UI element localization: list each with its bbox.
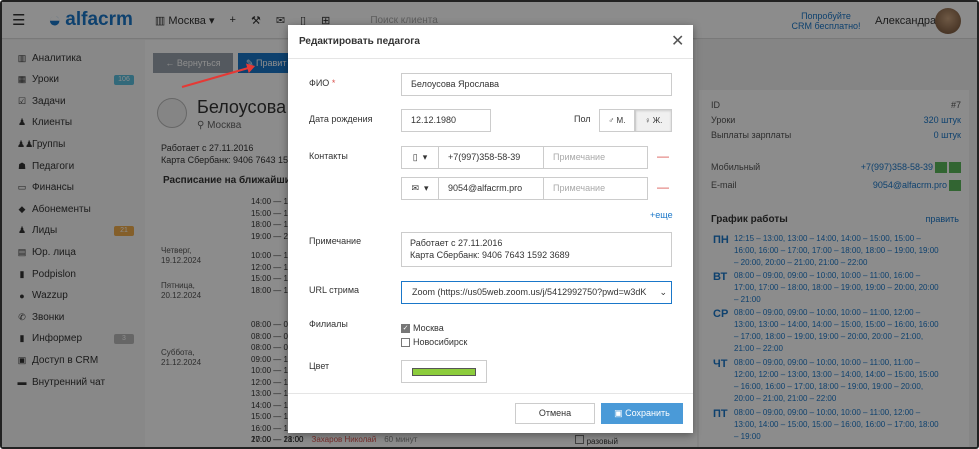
modal-footer-divider bbox=[288, 393, 693, 394]
email-field[interactable]: 9054@alfacrm.pro bbox=[438, 177, 544, 200]
birth-label: Дата рождения bbox=[309, 114, 373, 124]
remove-phone-icon[interactable]: — bbox=[657, 149, 669, 163]
branches-label: Филиалы bbox=[309, 319, 348, 329]
note-line-1: Работает с 27.11.2016 bbox=[410, 238, 503, 248]
gender-label: Пол bbox=[574, 114, 591, 124]
gender-female-label: Ж. bbox=[652, 116, 663, 125]
checkbox-unchecked[interactable] bbox=[401, 337, 410, 347]
birth-date-field[interactable]: 12.12.1980 bbox=[401, 109, 491, 132]
contact-type-email[interactable]: ✉ ▾ bbox=[401, 177, 439, 200]
url-stream-value: Zoom (https://us05web.zoom.us/j/54129927… bbox=[412, 287, 647, 297]
required-marker: * bbox=[331, 78, 336, 88]
note-label: Примечание bbox=[309, 236, 362, 246]
edit-teacher-modal: Редактировать педагога ✕ ФИО * Белоусова… bbox=[288, 25, 693, 433]
mobile-icon: ▯ bbox=[412, 152, 418, 162]
fio-field[interactable]: Белоусова Ярослава bbox=[401, 73, 672, 96]
contact-type-phone[interactable]: ▯ ▾ bbox=[401, 146, 439, 169]
contacts-label: Контакты bbox=[309, 151, 348, 161]
url-label: URL стрима bbox=[309, 285, 360, 295]
save-button-label: Сохранить bbox=[625, 408, 670, 418]
url-stream-select[interactable]: Zoom (https://us05web.zoom.us/j/54129927… bbox=[401, 281, 672, 304]
app-window: ☰ ◒ alfacrm ▥ Москва ▾ + ⚒ ✉ ▯ ⊞ Поиск кл… bbox=[0, 0, 979, 449]
phone-note-field[interactable]: Примечание bbox=[543, 146, 648, 169]
close-icon[interactable]: ✕ bbox=[671, 31, 684, 51]
gender-female-button[interactable]: ♀ Ж. bbox=[635, 109, 672, 132]
note-textarea[interactable]: Работает с 27.11.2016 Карта Сбербанк: 940… bbox=[401, 232, 672, 267]
fio-label: ФИО * bbox=[309, 78, 335, 88]
chevron-down-icon: ⌄ bbox=[659, 287, 667, 297]
checkbox-checked[interactable]: ✓ bbox=[401, 323, 410, 333]
color-label: Цвет bbox=[309, 361, 330, 371]
chevron-down-icon: ▾ bbox=[422, 152, 428, 162]
fio-label-text: ФИО bbox=[309, 78, 330, 88]
add-contact-link[interactable]: +еще bbox=[650, 210, 673, 220]
mail-icon: ✉ bbox=[411, 183, 419, 193]
branch-1-label: Москва bbox=[413, 323, 444, 333]
color-picker[interactable] bbox=[401, 360, 487, 383]
email-note-field[interactable]: Примечание bbox=[543, 177, 648, 200]
chevron-down-icon: ▾ bbox=[424, 183, 429, 193]
phone-field[interactable]: +7(997)358-58-39 bbox=[438, 146, 544, 169]
branch-2-label: Новосибирск bbox=[413, 337, 468, 347]
branch-checkbox-2[interactable]: Новосибирск bbox=[401, 337, 467, 347]
female-icon: ♀ bbox=[644, 116, 651, 125]
save-button[interactable]: ▣ Сохранить bbox=[601, 403, 683, 424]
modal-title: Редактировать педагога bbox=[299, 36, 420, 47]
gender-male-button[interactable]: ♂ М. bbox=[599, 109, 635, 132]
color-swatch bbox=[412, 367, 476, 376]
remove-email-icon[interactable]: — bbox=[657, 180, 669, 194]
save-icon: ▣ bbox=[614, 408, 623, 418]
branch-checkbox-1[interactable]: ✓ Москва bbox=[401, 323, 444, 333]
cancel-button[interactable]: Отмена bbox=[515, 403, 595, 424]
note-line-2: Карта Сбербанк: 9406 7643 1592 3689 bbox=[410, 250, 570, 260]
modal-divider bbox=[288, 58, 693, 59]
male-icon: ♂ bbox=[608, 116, 615, 125]
gender-male-label: М. bbox=[616, 116, 626, 125]
